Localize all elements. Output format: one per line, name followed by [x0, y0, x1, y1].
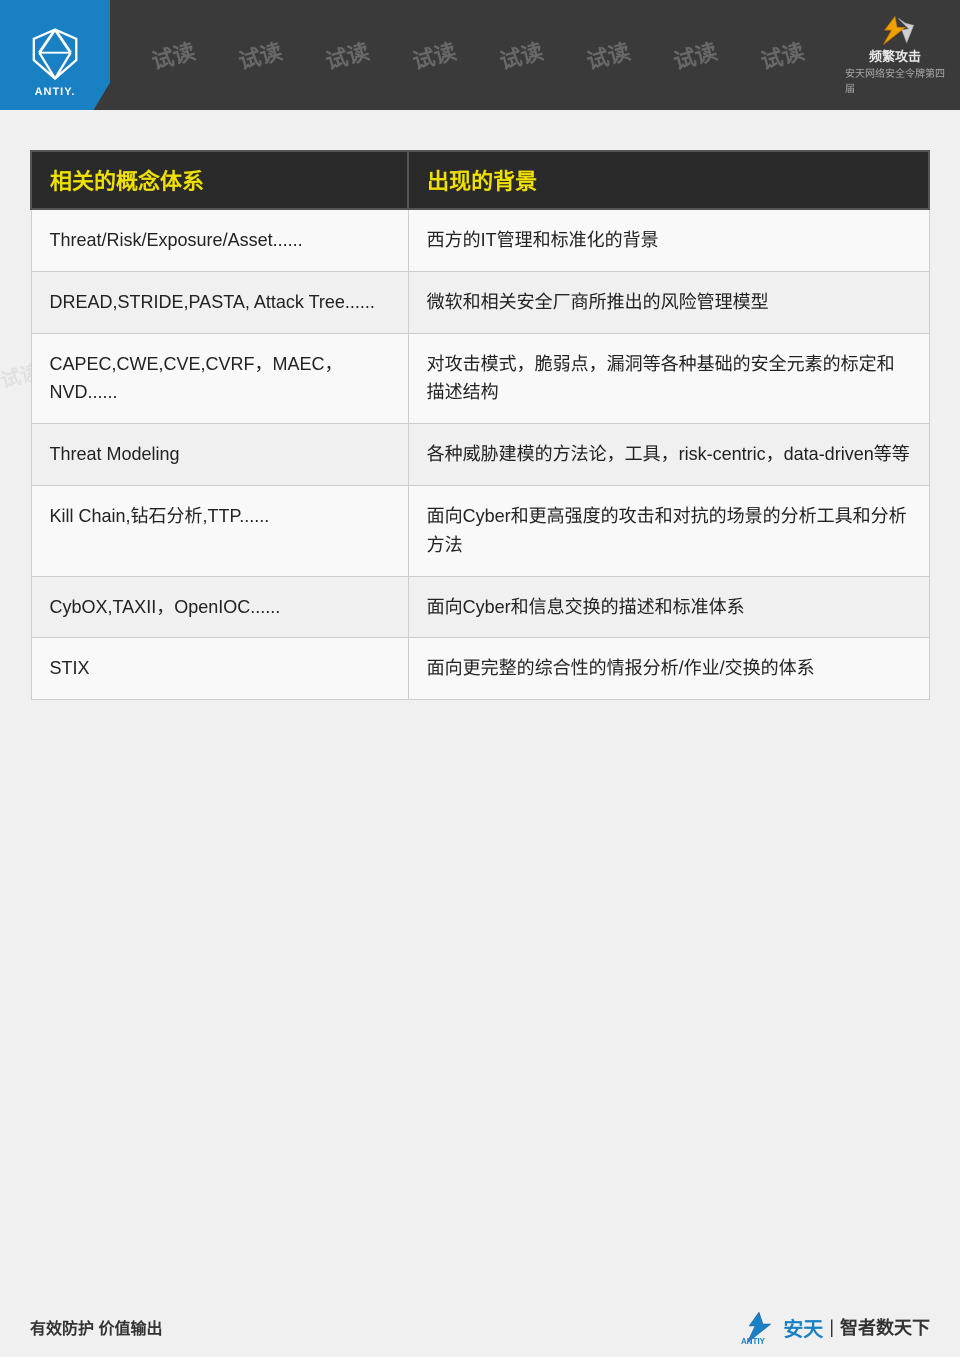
table-row: Threat Modeling各种威胁建模的方法论，工具，risk-centri…: [31, 424, 929, 486]
footer-logo: ANTIY 安天 | 智者数天下: [739, 1310, 930, 1345]
logo-text: ANTIY.: [35, 86, 76, 98]
main-table: 相关的概念体系 出现的背景 Threat/Risk/Exposure/Asset…: [30, 150, 930, 700]
header-wm-1: 试读: [148, 34, 199, 76]
header-wm-8: 试读: [756, 34, 807, 76]
cell-right-6: 面向更完整的综合性的情报分析/作业/交换的体系: [408, 638, 929, 700]
header-logo-right: 频繁攻击 安天网络安全令牌第四届: [845, 15, 945, 95]
header-brand-sub: 安天网络安全令牌第四届: [845, 65, 945, 95]
cell-right-3: 各种威胁建模的方法论，工具，risk-centric，data-driven等等: [408, 424, 929, 486]
logo-area: ANTIY.: [0, 0, 110, 110]
table-row: DREAD,STRIDE,PASTA, Attack Tree......微软和…: [31, 271, 929, 333]
header-wm-3: 试读: [322, 34, 373, 76]
header-brand-name: 频繁攻击: [869, 46, 921, 65]
cell-left-2: CAPEC,CWE,CVE,CVRF，MAEC，NVD......: [31, 333, 408, 424]
svg-text:ANTIY: ANTIY: [741, 1337, 766, 1345]
header: ANTIY. 试读 试读 试读 试读 试读 试读 试读 试读 频繁攻击 安天网络…: [0, 0, 960, 110]
footer-brand-main: 安天: [783, 1313, 823, 1342]
cell-left-0: Threat/Risk/Exposure/Asset......: [31, 209, 408, 271]
col2-header: 出现的背景: [408, 151, 929, 209]
header-wm-6: 试读: [582, 34, 633, 76]
cell-left-3: Threat Modeling: [31, 424, 408, 486]
cell-right-4: 面向Cyber和更高强度的攻击和对抗的场景的分析工具和分析方法: [408, 485, 929, 576]
cell-right-0: 西方的IT管理和标准化的背景: [408, 209, 929, 271]
table-row: STIX面向更完整的综合性的情报分析/作业/交换的体系: [31, 638, 929, 700]
header-brand-icon: [860, 15, 930, 46]
col1-header: 相关的概念体系: [31, 151, 408, 209]
header-wm-4: 试读: [409, 34, 460, 76]
table-row: CybOX,TAXII，OpenIOC......面向Cyber和信息交换的描述…: [31, 576, 929, 638]
cell-right-5: 面向Cyber和信息交换的描述和标准体系: [408, 576, 929, 638]
cell-left-6: STIX: [31, 638, 408, 700]
footer-left-text: 有效防护 价值输出: [30, 1315, 162, 1339]
main-content: 试读 试读 试读 试读 试读 试读 试读 试读 试读 试读 试读 试读 试读 试…: [0, 110, 960, 735]
header-watermarks: 试读 试读 试读 试读 试读 试读 试读 试读: [110, 39, 845, 71]
header-wm-2: 试读: [235, 34, 286, 76]
table-row: Kill Chain,钻石分析,TTP......面向Cyber和更高强度的攻击…: [31, 485, 929, 576]
table-row: Threat/Risk/Exposure/Asset......西方的IT管理和…: [31, 209, 929, 271]
cell-right-2: 对攻击模式，脆弱点，漏洞等各种基础的安全元素的标定和描述结构: [408, 333, 929, 424]
footer: 有效防护 价值输出 ANTIY 安天 | 智者数天下: [0, 1297, 960, 1357]
cell-right-1: 微软和相关安全厂商所推出的风险管理模型: [408, 271, 929, 333]
table-row: CAPEC,CWE,CVE,CVRF，MAEC，NVD......对攻击模式，脆…: [31, 333, 929, 424]
cell-left-5: CybOX,TAXII，OpenIOC......: [31, 576, 408, 638]
cell-left-1: DREAD,STRIDE,PASTA, Attack Tree......: [31, 271, 408, 333]
footer-brand-sub: 智者数天下: [840, 1314, 930, 1340]
footer-pipe: |: [829, 1317, 834, 1338]
header-wm-7: 试读: [669, 34, 720, 76]
cell-left-4: Kill Chain,钻石分析,TTP......: [31, 485, 408, 576]
footer-logo-icon: ANTIY: [739, 1310, 779, 1345]
logo-icon: [28, 25, 83, 85]
header-wm-5: 试读: [496, 34, 547, 76]
